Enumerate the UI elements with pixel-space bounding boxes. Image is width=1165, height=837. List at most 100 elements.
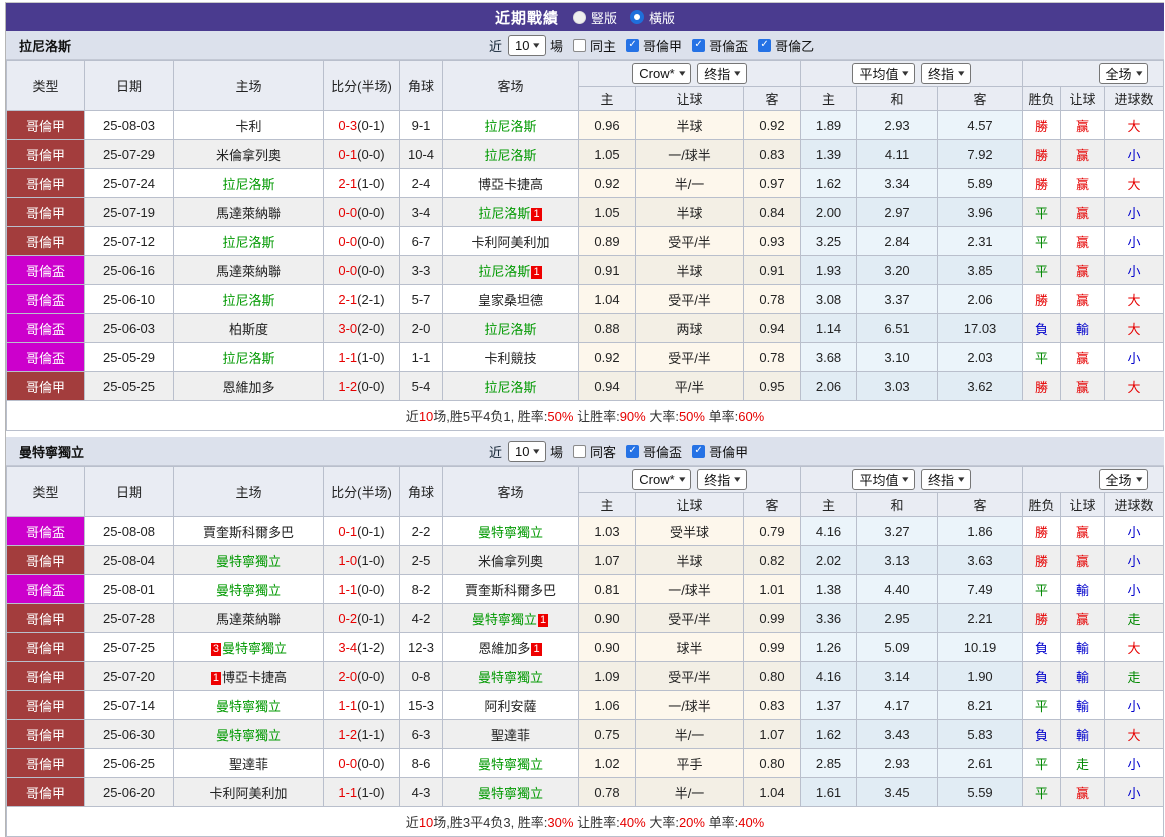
avg-home-odds: 1.26: [800, 632, 858, 662]
match-date: 25-06-30: [84, 719, 174, 749]
home-team: 曼特寧獨立: [173, 545, 324, 575]
match-score: 1-1(0-0): [323, 574, 400, 604]
match-row: 哥倫甲 25-07-28 馬達萊納聯 0-2(0-1) 4-2 曼特寧獨立 1 0.90 受平/…: [6, 603, 1165, 633]
home-team: 3 曼特寧獨立: [173, 632, 324, 662]
avg-home-odds: 1.39: [800, 139, 858, 169]
home-team-name: 拉尼洛斯: [222, 176, 275, 192]
away-team-name: 卡利阿美利加: [471, 234, 550, 250]
match-scope-select[interactable]: 全场 ▾: [1098, 469, 1149, 490]
league-filter-checkbox[interactable]: [692, 38, 706, 52]
league-filter-label[interactable]: 哥倫乙: [775, 36, 814, 55]
same-venue-label[interactable]: 同主: [590, 36, 616, 55]
corner-score: 5-4: [399, 371, 443, 401]
games-unit-label: 場: [550, 444, 564, 460]
fulltime-score: 0-0: [338, 755, 358, 771]
crow-away-odds: 0.80: [742, 748, 802, 778]
final-index-select-2[interactable]: 终指 ▾: [921, 469, 971, 490]
final-index-select[interactable]: 终指 ▾: [697, 63, 747, 84]
away-team: 恩維加多 1: [442, 632, 579, 662]
result-win-draw-loss: 平: [1022, 690, 1062, 720]
avg-draw-odds: 3.14: [856, 661, 939, 691]
final-index-select-2-value: 终指: [928, 473, 955, 488]
result-handicap: 走: [1060, 748, 1106, 778]
crow-home-odds: 0.96: [578, 110, 636, 140]
league-filter-checkbox[interactable]: [626, 38, 640, 52]
same-venue-checkbox[interactable]: [573, 38, 587, 52]
league-filter-label[interactable]: 哥倫甲: [709, 442, 748, 461]
same-venue-label[interactable]: 同客: [590, 442, 616, 461]
avg-draw-odds: 3.45: [856, 777, 939, 807]
home-team: 聖達菲: [173, 748, 324, 778]
average-select[interactable]: 平均值 ▾: [852, 469, 916, 490]
summary-segment: 90%: [619, 409, 646, 424]
away-team: 曼特寧獨立: [442, 516, 579, 546]
avg-draw-odds: 2.95: [856, 603, 939, 633]
games-count-select[interactable]: 10 ▾: [508, 34, 547, 56]
fulltime-score: 0-1: [338, 523, 358, 539]
home-team-name: 柏斯度: [228, 321, 268, 337]
match-row: 哥倫盃 25-06-16 馬達萊納聯 0-0(0-0) 3-3 拉尼洛斯 1 0.91 半球 0.…: [6, 255, 1165, 285]
crow-away-odds: 0.99: [742, 632, 802, 662]
home-team: 恩維加多: [173, 371, 324, 401]
halftime-score: (1-0): [357, 552, 385, 568]
fulltime-score: 2-0: [338, 668, 358, 684]
corner-score: 3-4: [399, 197, 443, 227]
away-team-name: 博亞卡捷高: [477, 176, 543, 192]
horizontal-layout-label[interactable]: 橫版: [649, 8, 675, 27]
home-team-name: 恩維加多: [222, 379, 275, 395]
corner-score: 4-3: [399, 777, 443, 807]
result-win-draw-loss: 負: [1022, 661, 1062, 691]
league-badge: 哥倫甲: [6, 748, 85, 778]
league-filter-checkbox[interactable]: [758, 38, 772, 52]
avg-home-odds: 1.38: [800, 574, 858, 604]
average-select[interactable]: 平均值 ▾: [852, 63, 916, 84]
league-filter-label[interactable]: 哥倫盃: [643, 442, 682, 461]
result-win-draw-loss: 負: [1022, 313, 1062, 343]
result-win-draw-loss: 平: [1022, 226, 1062, 256]
home-team-name: 馬達萊納聯: [215, 205, 281, 221]
away-team: 皇家桑坦德: [442, 284, 579, 314]
result-win-draw-loss: 勝: [1022, 139, 1062, 169]
home-team: 卡利阿美利加: [173, 777, 324, 807]
result-handicap: 赢: [1060, 139, 1106, 169]
match-score: 0-2(0-1): [323, 603, 400, 633]
league-filter-label[interactable]: 哥倫甲: [643, 36, 682, 55]
result-goals: 走: [1104, 661, 1165, 691]
result-handicap: 輸: [1060, 719, 1106, 749]
fulltime-score: 0-1: [338, 146, 358, 162]
vertical-layout-label[interactable]: 豎版: [591, 8, 617, 27]
corner-score: 2-0: [399, 313, 443, 343]
result-goals: 大: [1104, 719, 1165, 749]
result-handicap: 輸: [1060, 632, 1106, 662]
final-index-select[interactable]: 终指 ▾: [697, 469, 747, 490]
crow-handicap: 一/球半: [635, 139, 744, 169]
away-team-name: 卡利競技: [484, 350, 537, 366]
bookmaker-select[interactable]: Crow* ▾: [632, 469, 692, 490]
match-scope-select[interactable]: 全场 ▾: [1098, 63, 1149, 84]
result-goals: 走: [1104, 603, 1165, 633]
away-team-name: 賈奎斯科爾多巴: [464, 582, 556, 598]
chevron-down-icon: ▾: [678, 68, 686, 78]
away-team: 卡利阿美利加: [442, 226, 579, 256]
avg-home-odds: 4.16: [800, 516, 858, 546]
away-team-name: 曼特寧獨立: [471, 611, 537, 627]
result-goals: 小: [1104, 690, 1165, 720]
horizontal-layout-radio[interactable]: [630, 10, 644, 24]
vertical-layout-radio[interactable]: [572, 10, 586, 24]
same-venue-checkbox[interactable]: [573, 444, 587, 458]
avg-away-odds: 3.85: [937, 255, 1024, 285]
red-card-badge: 1: [531, 642, 542, 656]
final-index-select-2[interactable]: 终指 ▾: [921, 63, 971, 84]
crow-home-odds: 1.07: [578, 545, 636, 575]
home-team: 拉尼洛斯: [173, 342, 324, 372]
league-badge: 哥倫盃: [6, 516, 85, 546]
halftime-score: (2-0): [357, 320, 385, 336]
games-count-select[interactable]: 10 ▾: [508, 440, 547, 462]
crow-away-odds: 0.92: [742, 110, 802, 140]
avg-away-odds: 8.21: [937, 690, 1024, 720]
bookmaker-select[interactable]: Crow* ▾: [632, 63, 692, 84]
league-filter-checkbox[interactable]: [626, 444, 640, 458]
league-filter-label[interactable]: 哥倫盃: [709, 36, 748, 55]
league-filter-checkbox[interactable]: [692, 444, 706, 458]
odds-group-selects: Crow* ▾ 终指 ▾: [580, 63, 799, 84]
